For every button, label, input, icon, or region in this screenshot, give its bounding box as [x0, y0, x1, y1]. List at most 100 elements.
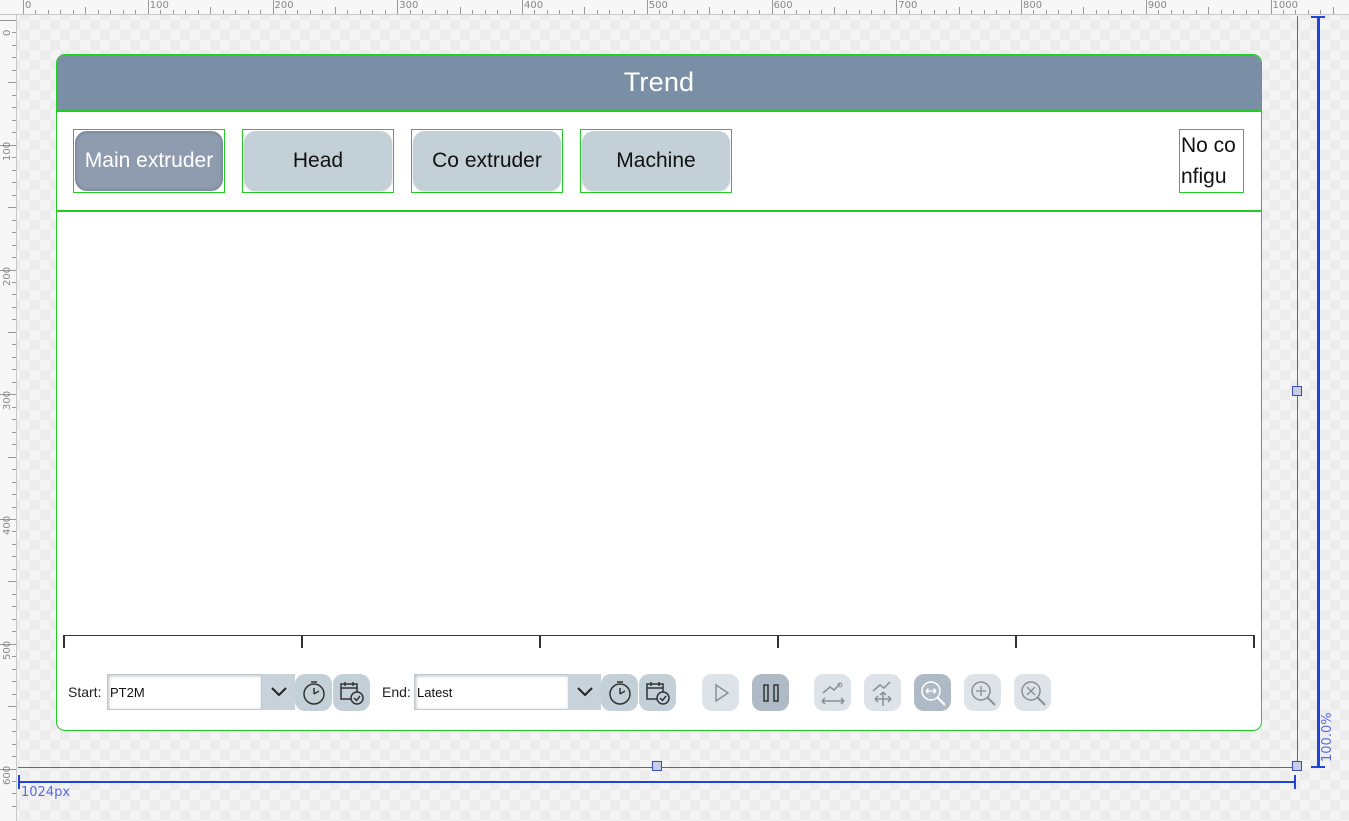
pause-icon: [762, 683, 779, 702]
ruler-tick: [85, 7, 87, 14]
ruler-tick: [297, 10, 299, 14]
ruler-tick: [796, 10, 798, 14]
ruler-tick: [896, 0, 898, 14]
ruler-tick: [8, 581, 16, 583]
ruler-tick: [497, 10, 499, 14]
ruler-tick: [135, 10, 137, 14]
tab-head[interactable]: Head: [242, 129, 394, 193]
ruler-tick: [309, 10, 311, 14]
end-clock-button[interactable]: [601, 674, 638, 711]
ruler-tick: [1058, 10, 1060, 14]
ruler-tick: [384, 10, 386, 14]
ruler-tick: [8, 456, 16, 458]
tab-co-extruder[interactable]: Co extruder: [411, 129, 563, 193]
tab-main-extruder[interactable]: Main extruder: [73, 129, 225, 193]
ruler-tick: [12, 506, 16, 508]
ruler-tick: [147, 0, 149, 14]
ruler-tick: [12, 743, 16, 745]
ruler-tick: [1183, 10, 1185, 14]
ruler-tick: [12, 381, 16, 383]
ruler-label: 600: [773, 0, 793, 11]
resize-handle-corner[interactable]: [1292, 761, 1302, 771]
ruler-tick: [1008, 10, 1010, 14]
ruler-tick: [210, 7, 212, 14]
zoom-fit-button[interactable]: [914, 674, 951, 711]
left-ruler: 0 100 200 300 400 500 600: [0, 15, 17, 821]
ruler-tick: [12, 232, 16, 234]
ruler-tick: [1095, 10, 1097, 14]
ruler-tick: [833, 7, 835, 14]
clock-icon: [608, 680, 631, 705]
resize-handle-bottom[interactable]: [652, 761, 662, 771]
width-guide-end-left: [18, 775, 20, 789]
play-button[interactable]: [702, 674, 739, 711]
ruler-tick: [1021, 0, 1022, 14]
height-guide[interactable]: [1317, 16, 1320, 768]
pause-button[interactable]: [752, 674, 789, 711]
start-dropdown-button[interactable]: [262, 674, 295, 710]
pan-button[interactable]: [864, 674, 901, 711]
ruler-tick: [584, 7, 586, 14]
ruler-tick: [272, 0, 274, 14]
axis-tick: [1253, 636, 1255, 648]
width-guide[interactable]: [18, 781, 1296, 783]
ruler-tick: [35, 10, 37, 14]
ruler-tick: [12, 294, 16, 296]
ruler-tick: [12, 681, 16, 683]
ruler-tick: [372, 10, 374, 14]
zoom-in-icon: [970, 680, 996, 706]
zoom-x-button[interactable]: [814, 674, 851, 711]
ruler-tick: [12, 718, 16, 720]
ruler-tick: [12, 431, 16, 433]
ruler-tick: [671, 10, 673, 14]
resize-handle-right[interactable]: [1292, 386, 1302, 396]
ruler-tick: [858, 10, 860, 14]
ruler-tick: [1258, 10, 1260, 14]
ruler-tick: [12, 319, 16, 321]
ruler-tick: [634, 10, 636, 14]
end-dropdown-button[interactable]: [568, 674, 601, 710]
ruler-tick: [546, 10, 548, 14]
ruler-tick: [1070, 10, 1072, 14]
page-title: Trend: [623, 67, 695, 97]
ruler-tick: [12, 618, 16, 620]
ruler-tick: [1270, 0, 1272, 14]
height-guide-end-top: [1311, 16, 1325, 18]
ruler-tick: [759, 10, 761, 14]
ruler-tick: [12, 568, 16, 570]
ruler-tick: [197, 10, 199, 14]
ruler-tick: [12, 194, 16, 196]
ruler-tick: [12, 306, 16, 308]
zoom-in-button[interactable]: [964, 674, 1001, 711]
tab-machine[interactable]: Machine: [580, 129, 732, 193]
start-calendar-button[interactable]: [333, 674, 370, 711]
ruler-tick: [1320, 10, 1322, 14]
ruler-tick: [12, 69, 16, 71]
ruler-tick: [12, 356, 16, 358]
end-label: End:: [382, 684, 411, 700]
ruler-tick: [347, 10, 349, 14]
ruler-label: 200: [274, 0, 294, 11]
height-label: 100.0%: [1320, 712, 1335, 762]
start-clock-button[interactable]: [295, 674, 332, 711]
ruler-label: 400: [2, 515, 13, 535]
ruler-tick: [621, 10, 623, 14]
ruler-tick: [12, 44, 16, 46]
start-time-input[interactable]: PT2M: [107, 674, 262, 710]
ruler-tick: [1220, 10, 1222, 14]
zoom-reset-button[interactable]: [1014, 674, 1051, 711]
ruler-tick: [422, 10, 424, 14]
ruler-tick: [8, 207, 16, 209]
ruler-tick: [434, 10, 436, 14]
ruler-tick: [846, 10, 848, 14]
ruler-tick: [933, 10, 935, 14]
end-time-input[interactable]: Latest: [414, 674, 569, 710]
ruler-tick: [172, 10, 174, 14]
end-calendar-button[interactable]: [639, 674, 676, 711]
ruler-label: 200: [2, 266, 13, 286]
config-status-text: No configu: [1179, 129, 1244, 193]
ruler-tick: [1108, 10, 1110, 14]
ruler-tick: [247, 10, 249, 14]
ruler-tick: [1332, 7, 1334, 14]
ruler-tick: [12, 182, 16, 184]
